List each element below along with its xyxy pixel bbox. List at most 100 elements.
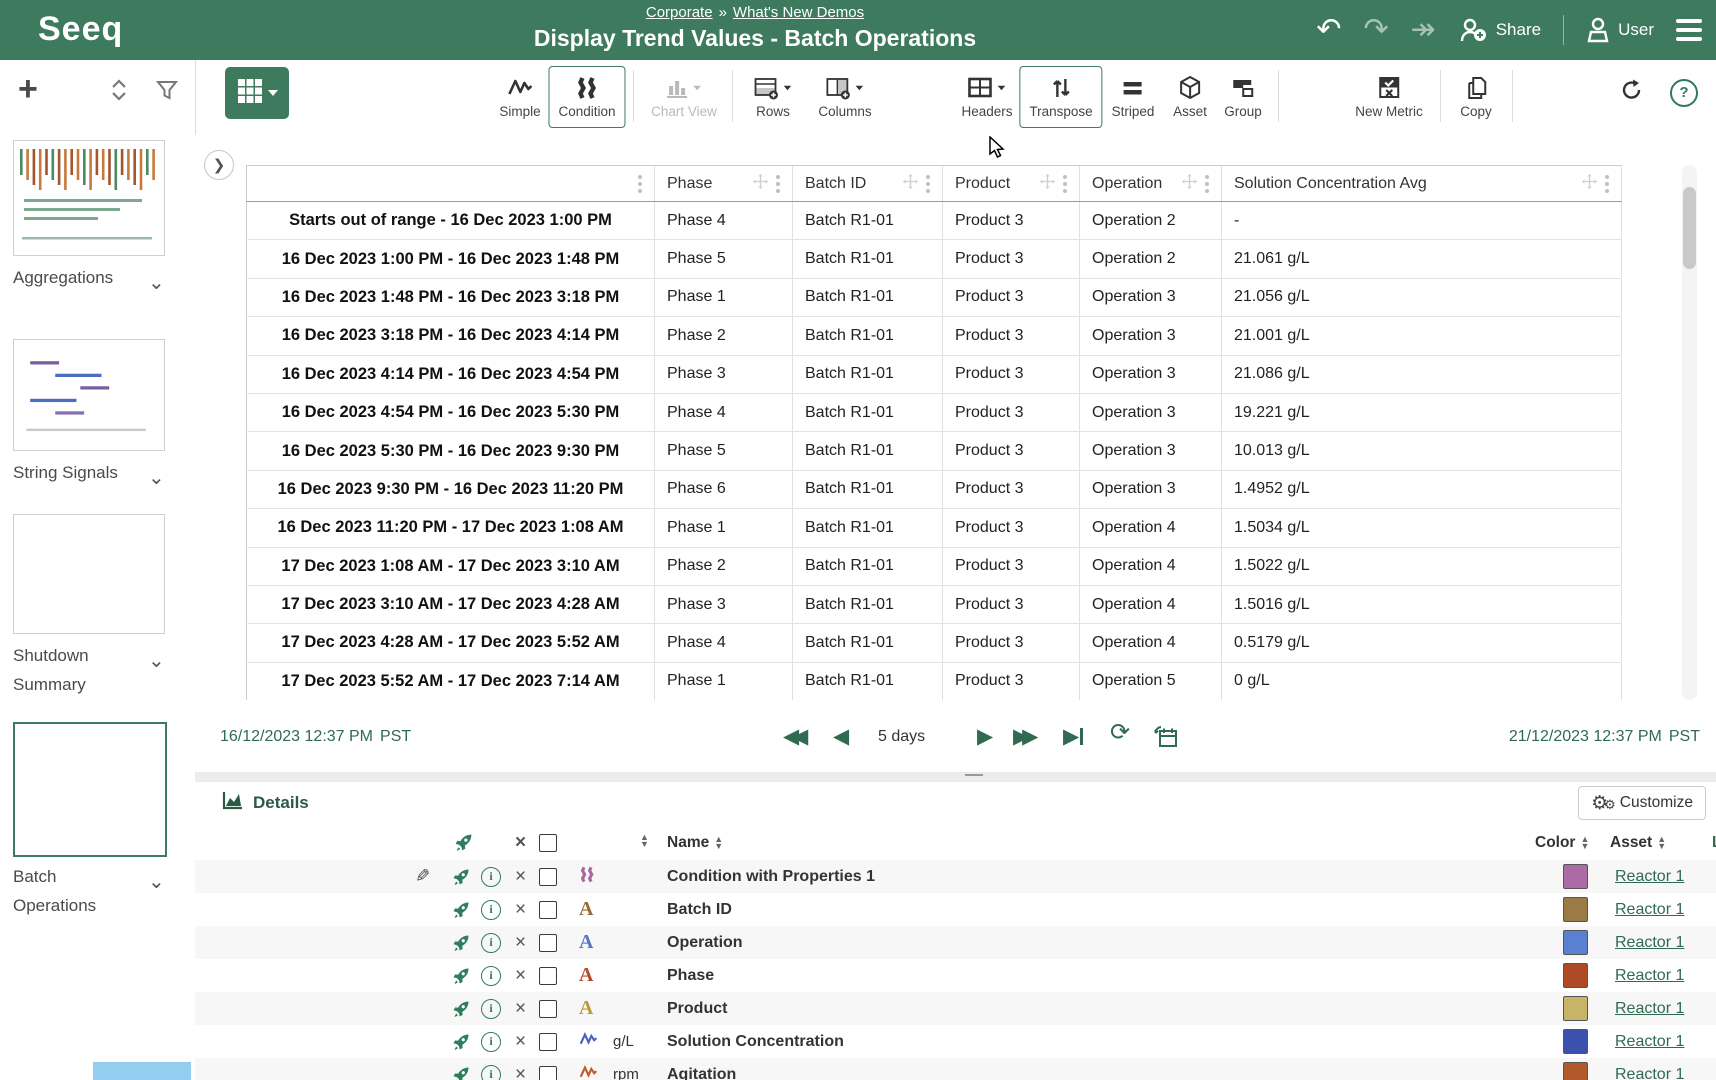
- worksheet-thumbnail-shutdown-summary[interactable]: [13, 514, 165, 634]
- fast-forward-icon[interactable]: ▶▶: [1013, 724, 1031, 750]
- item-name[interactable]: Condition with Properties 1: [667, 860, 875, 893]
- move-column-icon[interactable]: [752, 173, 769, 195]
- asset-button[interactable]: Asset: [1163, 66, 1217, 128]
- share-button[interactable]: Share: [1496, 20, 1541, 40]
- rows-button[interactable]: Rows: [744, 66, 803, 128]
- item-checkbox[interactable]: [539, 860, 557, 893]
- rocket-icon[interactable]: [451, 1058, 471, 1080]
- add-worksheet-icon[interactable]: +: [18, 72, 38, 106]
- column-header-Phase[interactable]: Phase: [655, 166, 793, 201]
- share-forward-icon[interactable]: ↠: [1411, 15, 1436, 45]
- remove-item-icon[interactable]: ×: [515, 959, 526, 992]
- asset-column-header[interactable]: Asset ▲▼: [1610, 826, 1666, 859]
- item-name[interactable]: Phase: [667, 959, 714, 992]
- copy-button[interactable]: Copy: [1450, 66, 1502, 128]
- asset-link[interactable]: Reactor 1: [1615, 893, 1684, 926]
- details-row[interactable]: ✎i×Condition with Properties 1Reactor 11: [195, 860, 1716, 893]
- info-icon[interactable]: i: [481, 1058, 501, 1080]
- lane-column-header[interactable]: Lane ▲: [1712, 826, 1716, 859]
- table-scrollbar[interactable]: [1682, 165, 1697, 700]
- rocket-icon[interactable]: [453, 826, 474, 859]
- help-icon[interactable]: ?: [1670, 79, 1698, 107]
- column-header-Operation[interactable]: Operation: [1080, 166, 1222, 201]
- item-checkbox[interactable]: [539, 959, 557, 992]
- collapse-panel-icon[interactable]: ❯: [204, 150, 234, 180]
- headers-button[interactable]: Headers: [951, 66, 1022, 128]
- color-swatch[interactable]: [1563, 959, 1588, 992]
- skip-to-end-icon[interactable]: ▶: [1063, 724, 1083, 750]
- table-row[interactable]: 16 Dec 2023 11:20 PM - 17 Dec 2023 1:08 …: [246, 509, 1622, 547]
- rocket-icon[interactable]: [451, 959, 471, 992]
- remove-item-icon[interactable]: ×: [515, 893, 526, 926]
- step-back-icon[interactable]: ◀: [833, 724, 849, 750]
- color-swatch[interactable]: [1563, 893, 1588, 926]
- column-menu-icon[interactable]: [926, 175, 930, 193]
- remove-item-icon[interactable]: ×: [515, 860, 526, 893]
- rocket-icon[interactable]: [451, 893, 471, 926]
- worksheet-thumbnail-aggregations[interactable]: [13, 140, 165, 256]
- item-checkbox[interactable]: [539, 926, 557, 959]
- item-name[interactable]: Agitation: [667, 1058, 736, 1080]
- rocket-icon[interactable]: [451, 1025, 471, 1058]
- info-icon[interactable]: i: [481, 1025, 501, 1058]
- color-swatch[interactable]: [1563, 992, 1588, 1025]
- info-icon[interactable]: i: [481, 926, 501, 959]
- sidebar-scrollbar[interactable]: [93, 1062, 191, 1080]
- details-row[interactable]: i×APhaseReactor 14: [195, 959, 1716, 992]
- column-header-Solution Concentration Avg[interactable]: Solution Concentration Avg: [1222, 166, 1622, 201]
- item-checkbox[interactable]: [539, 992, 557, 1025]
- panel-splitter[interactable]: [195, 772, 1716, 782]
- move-column-icon[interactable]: [902, 173, 919, 195]
- table-scrollbar-thumb[interactable]: [1683, 187, 1696, 269]
- step-back-double-icon[interactable]: ◀◀: [783, 724, 801, 750]
- worksheet-label[interactable]: Summary: [13, 675, 86, 695]
- undo-icon[interactable]: ↶: [1316, 15, 1341, 45]
- item-checkbox[interactable]: [539, 1025, 557, 1058]
- refresh-icon[interactable]: [1620, 78, 1644, 107]
- column-menu-icon[interactable]: [1605, 175, 1609, 193]
- range-end[interactable]: 21/12/2023 12:37 PMPST: [1509, 728, 1700, 746]
- item-name[interactable]: Batch ID: [667, 893, 732, 926]
- group-button[interactable]: Group: [1214, 66, 1272, 128]
- table-row[interactable]: 16 Dec 2023 4:14 PM - 16 Dec 2023 4:54 P…: [246, 356, 1622, 394]
- details-row[interactable]: i×AProductReactor 15: [195, 992, 1716, 1025]
- breadcrumb-whats-new-demos[interactable]: What's New Demos: [733, 4, 864, 21]
- calendar-range-icon[interactable]: [1153, 724, 1179, 755]
- asset-link[interactable]: Reactor 1: [1615, 1058, 1684, 1080]
- column-header-capsule[interactable]: [246, 166, 655, 201]
- chevron-down-icon[interactable]: ⌄: [148, 648, 165, 673]
- table-row[interactable]: 17 Dec 2023 3:10 AM - 17 Dec 2023 4:28 A…: [246, 586, 1622, 624]
- expand-collapse-icon[interactable]: [108, 78, 130, 107]
- worksheet-thumbnail-string-signals[interactable]: [13, 339, 165, 451]
- remove-item-icon[interactable]: ×: [515, 1058, 526, 1080]
- sort-color-icon[interactable]: ▲▼: [1580, 836, 1589, 850]
- item-name[interactable]: Product: [667, 992, 727, 1025]
- color-swatch[interactable]: [1563, 860, 1588, 893]
- remove-item-icon[interactable]: ×: [515, 992, 526, 1025]
- worksheet-label[interactable]: Shutdown: [13, 646, 89, 666]
- chevron-down-icon[interactable]: ⌄: [148, 270, 165, 295]
- info-icon[interactable]: i: [481, 992, 501, 1025]
- columns-button[interactable]: Columns: [808, 66, 881, 128]
- table-row[interactable]: 16 Dec 2023 1:48 PM - 16 Dec 2023 3:18 P…: [246, 279, 1622, 317]
- table-row[interactable]: 17 Dec 2023 4:28 AM - 17 Dec 2023 5:52 A…: [246, 624, 1622, 662]
- seeq-logo[interactable]: Seeq: [38, 10, 123, 49]
- color-swatch[interactable]: [1563, 1058, 1588, 1080]
- info-icon[interactable]: i: [481, 959, 501, 992]
- chart-view-button[interactable]: Chart View: [641, 66, 727, 128]
- rocket-icon[interactable]: [451, 992, 471, 1025]
- range-start[interactable]: 16/12/2023 12:37 PMPST: [220, 728, 411, 746]
- condition-button[interactable]: Condition: [548, 66, 625, 128]
- chevron-down-icon[interactable]: ⌄: [148, 465, 165, 490]
- striped-button[interactable]: Striped: [1102, 66, 1165, 128]
- move-column-icon[interactable]: [1039, 173, 1056, 195]
- asset-link[interactable]: Reactor 1: [1615, 1025, 1684, 1058]
- duration-label[interactable]: 5 days: [878, 728, 925, 746]
- move-column-icon[interactable]: [1181, 173, 1198, 195]
- transpose-button[interactable]: Transpose: [1019, 66, 1102, 128]
- table-row[interactable]: 17 Dec 2023 1:08 AM - 17 Dec 2023 3:10 A…: [246, 548, 1622, 586]
- new-metric-button[interactable]: New Metric: [1345, 66, 1433, 128]
- item-name[interactable]: Operation: [667, 926, 743, 959]
- play-forward-icon[interactable]: ▶: [977, 724, 993, 750]
- column-header-Batch ID[interactable]: Batch ID: [793, 166, 943, 201]
